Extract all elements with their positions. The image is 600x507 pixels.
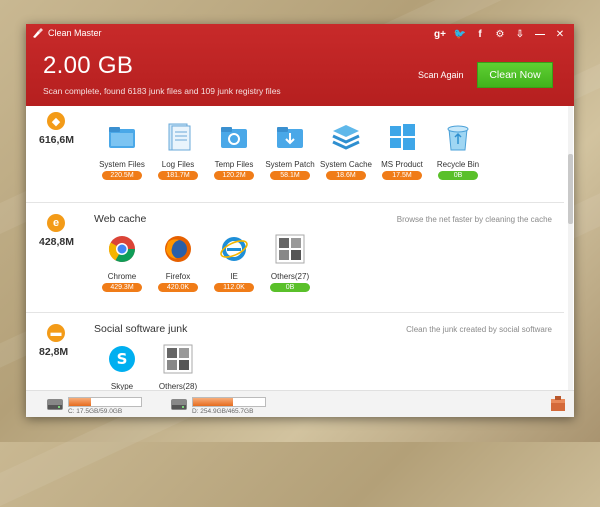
junk-item[interactable]: System Files 220.5M (90, 122, 154, 180)
drive-usage-text: C: 17.5GB/59.0GB (68, 408, 123, 415)
junk-item[interactable]: S Skype (90, 344, 154, 390)
skype-icon: S (109, 346, 135, 372)
ie-icon (220, 237, 248, 261)
drive-usage-bar (68, 397, 142, 407)
junk-item-label: System Patch (265, 160, 315, 169)
junk-item[interactable]: Firefox 420.0K (146, 234, 210, 292)
section-size: 616,6M (39, 134, 75, 146)
junk-item[interactable]: Chrome 429.3M (90, 234, 154, 292)
drive-footer: C: 17.5GB/59.0GB D: 254.9GB/465.7GB (26, 390, 574, 417)
hard-drive-icon (171, 399, 187, 410)
patch-folder-icon (277, 127, 303, 148)
others-grid-icon (275, 234, 305, 264)
clean-now-button[interactable]: Clean Now (477, 62, 553, 88)
junk-item-label: Firefox (165, 272, 191, 281)
box-icon[interactable] (550, 395, 566, 412)
log-files-icon (168, 123, 191, 151)
facebook-icon[interactable]: f (470, 26, 490, 42)
folder-icon (109, 127, 135, 148)
section-size: 82,8M (39, 346, 69, 358)
section-description: Browse the net faster by cleaning the ca… (396, 215, 552, 224)
junk-size-badge: 17.5M (382, 171, 422, 180)
minimize-icon[interactable]: — (530, 26, 550, 42)
scan-again-link[interactable]: Scan Again (418, 70, 464, 80)
section-size: 428,8M (39, 236, 75, 248)
junk-item[interactable]: Others(28) (146, 344, 210, 390)
google-plus-icon[interactable]: g+ (430, 26, 450, 42)
junk-item[interactable]: Temp Files 120.2M (202, 122, 266, 180)
junk-item[interactable]: MS Product 17.5M (370, 122, 434, 180)
junk-item[interactable]: IE 112.0K (202, 234, 266, 292)
junk-item[interactable]: Log Files 181.7M (146, 122, 210, 180)
junk-item-label: Temp Files (214, 160, 254, 169)
hard-drive-icon (47, 399, 63, 410)
section-title: Web cache (94, 213, 147, 225)
junk-item-label: IE (230, 272, 238, 281)
section-system-cache: ◆616,6MSystem cacheClear up everyday jun… (26, 106, 564, 203)
junk-item-label: System Cache (319, 160, 373, 169)
title-bar[interactable]: Clean Master g+ 🐦 f ⚙ ⇩ — ✕ (26, 24, 574, 44)
cache-layers-icon (332, 125, 360, 150)
junk-item-label: Chrome (107, 272, 137, 281)
broom-logo-icon (33, 28, 43, 38)
junk-item-label: Others(28) (158, 382, 198, 390)
junk-size-badge: 181.7M (158, 171, 198, 180)
temp-folder-icon (221, 127, 247, 148)
others-grid-icon (163, 344, 193, 374)
menu-icon[interactable]: ⇩ (510, 26, 530, 42)
junk-size-badge: 420.0K (158, 283, 198, 292)
junk-item-label: Others(27) (270, 272, 310, 281)
chrome-icon (108, 236, 136, 263)
drive-usage-bar (192, 397, 266, 407)
section-web-cache: e 428,8M Web cache Browse the net faster by… (26, 202, 564, 313)
junk-item-label: MS Product (381, 160, 423, 169)
settings-icon[interactable]: ⚙ (490, 26, 510, 42)
junk-item-label: Skype (110, 382, 134, 390)
junk-item[interactable]: Recycle Bin 0B (426, 122, 490, 180)
junk-size-badge: 120.2M (214, 171, 254, 180)
drive-usage-text: D: 254.9GB/465.7GB (192, 408, 254, 415)
junk-size-badge: 429.3M (102, 283, 142, 292)
junk-item-label: System Files (99, 160, 145, 169)
scrollbar[interactable] (568, 106, 573, 390)
section-title: Social software junk (94, 323, 188, 335)
clean-master-window: Clean Master g+ 🐦 f ⚙ ⇩ — ✕ 2.00 GB Scan compl… (26, 24, 574, 417)
junk-item[interactable]: System Patch 58.1M (258, 122, 322, 180)
junk-item-label: Recycle Bin (436, 160, 480, 169)
titlebar-icons: g+ 🐦 f ⚙ ⇩ — ✕ (430, 26, 570, 42)
app-title: Clean Master (48, 28, 102, 38)
section-social-junk: ▬ 82,8M Social software junk Clean the junk… (26, 312, 564, 390)
recycle-bin-icon (447, 125, 469, 151)
svg-text:S: S (117, 350, 128, 368)
junk-item-label: Log Files (161, 160, 195, 169)
windows-icon (390, 124, 415, 150)
junk-size-badge: 0B (270, 283, 310, 292)
close-icon[interactable]: ✕ (550, 26, 570, 42)
junk-size-badge: 18.6M (326, 171, 366, 180)
section-system-cache-icon: ◆ (47, 112, 65, 130)
junk-size-badge: 112.0K (214, 283, 254, 292)
scan-summary: Scan complete, found 6183 junk files and… (43, 86, 281, 96)
total-junk-size: 2.00 GB (43, 52, 134, 79)
scrollbar-thumb[interactable] (568, 154, 573, 224)
junk-item[interactable]: Others(27) 0B (258, 234, 322, 292)
junk-list[interactable]: ◆616,6MSystem cacheClear up everyday jun… (26, 106, 574, 390)
twitter-icon[interactable]: 🐦 (450, 26, 470, 42)
junk-size-badge: 220.5M (102, 171, 142, 180)
junk-item[interactable]: System Cache 18.6M (314, 122, 378, 180)
junk-size-badge: 58.1M (270, 171, 310, 180)
section-social-junk-icon: ▬ (47, 324, 65, 342)
section-description: Clean the junk created by social softwar… (406, 325, 552, 334)
junk-size-badge: 0B (438, 171, 478, 180)
header-panel: Clean Master g+ 🐦 f ⚙ ⇩ — ✕ 2.00 GB Scan compl… (26, 24, 574, 106)
section-web-cache-icon: e (47, 214, 65, 232)
firefox-icon (165, 236, 191, 262)
